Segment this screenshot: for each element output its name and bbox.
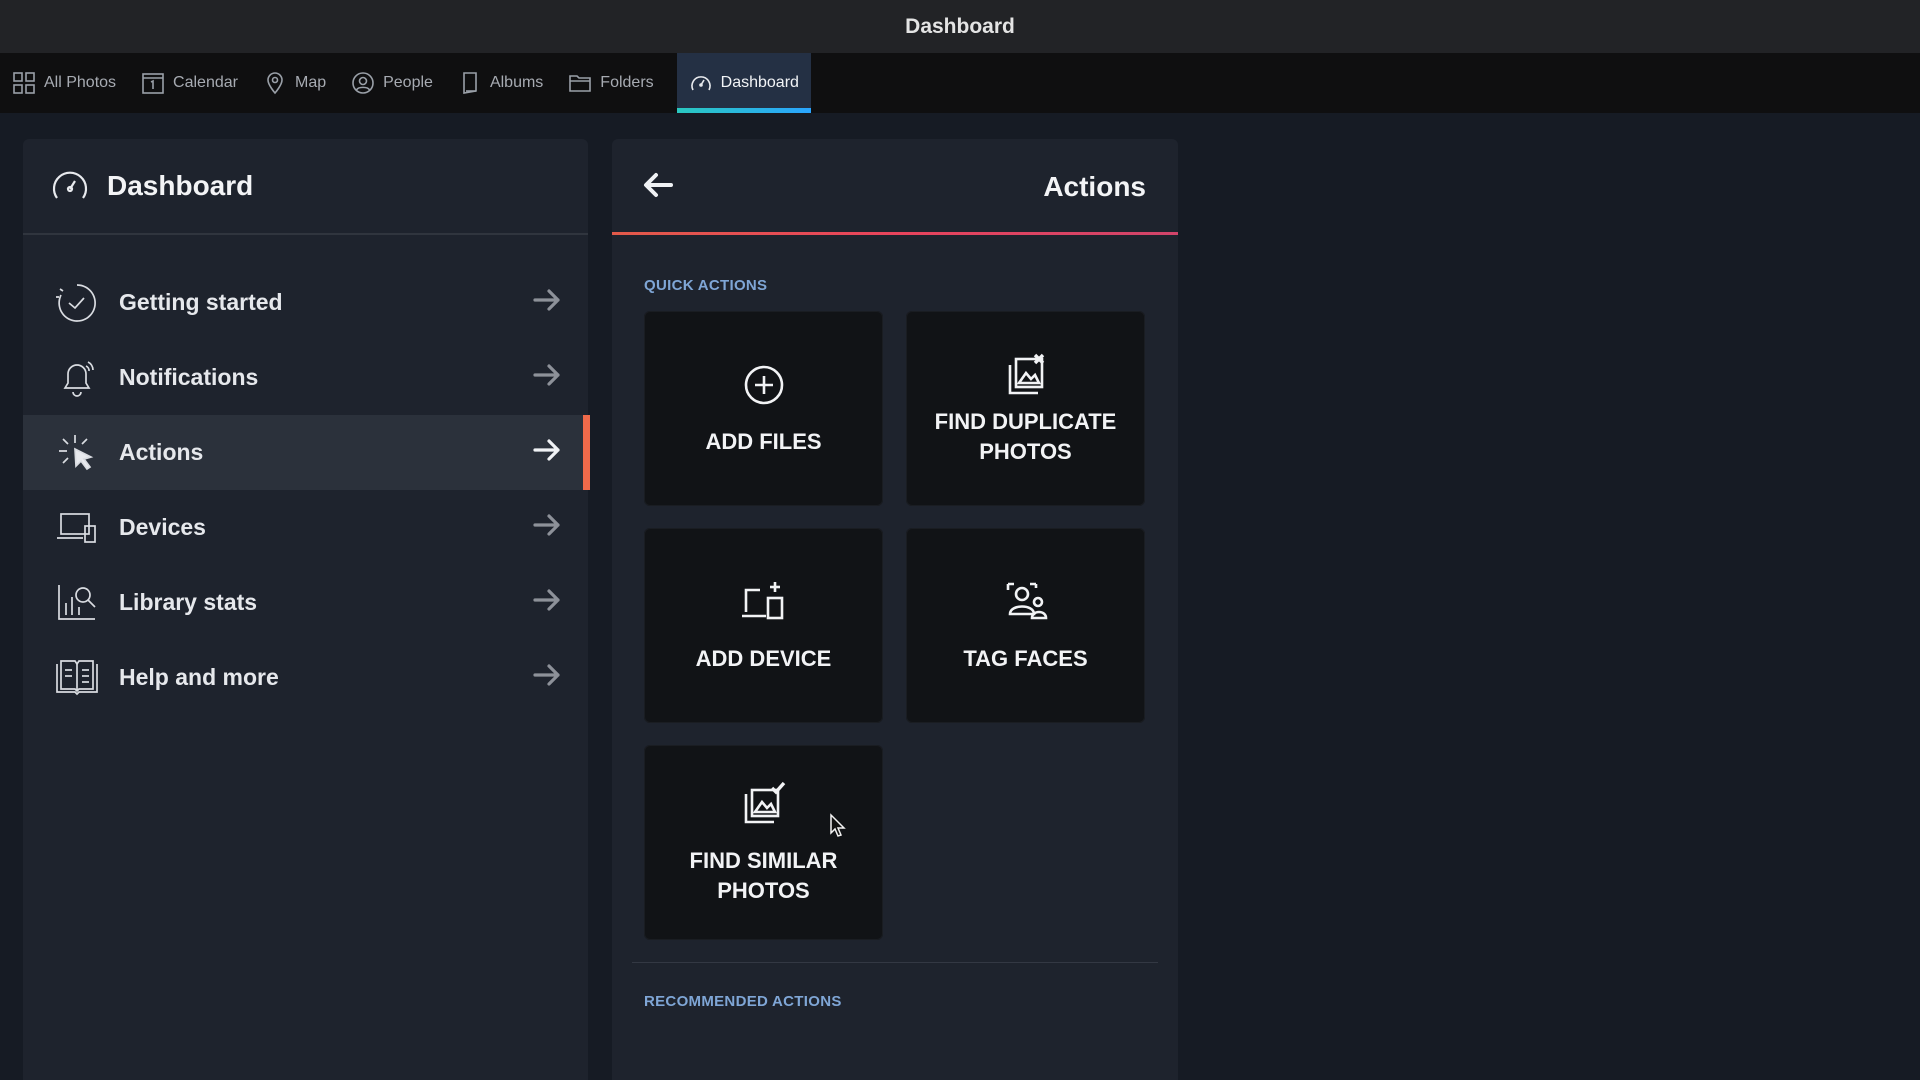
tab-map[interactable]: Map bbox=[263, 53, 339, 113]
tab-label: Map bbox=[294, 74, 327, 91]
arrow-right-icon bbox=[532, 438, 562, 467]
click-icon bbox=[55, 431, 99, 475]
arrow-left-icon bbox=[644, 172, 673, 197]
page-title: Actions bbox=[1043, 171, 1146, 202]
section-divider bbox=[632, 962, 1158, 963]
tab-label: Folders bbox=[600, 74, 654, 91]
tab-people[interactable]: People bbox=[351, 53, 446, 113]
grid-icon bbox=[13, 72, 35, 94]
devices-icon bbox=[55, 506, 99, 550]
top-nav-tabs: All Photos Calendar Map People Albums Fo… bbox=[0, 53, 1920, 113]
add-files-button[interactable]: ADD FILES bbox=[644, 311, 883, 506]
actions-panel: Actions QUICK ACTIONS ADD FILES FIND DUP… bbox=[612, 139, 1178, 1080]
sidebar-item-label: Devices bbox=[119, 514, 206, 540]
gauge-icon bbox=[690, 76, 711, 91]
mouse-cursor-icon bbox=[830, 813, 846, 837]
folder-icon bbox=[569, 75, 592, 92]
tag-faces-icon bbox=[1006, 582, 1047, 619]
sidebar-item-devices[interactable]: Devices bbox=[23, 490, 588, 565]
sidebar-item-label: Library stats bbox=[119, 589, 258, 615]
sidebar-nav: Getting started Notifications Actions De… bbox=[23, 265, 590, 715]
tag-faces-button[interactable]: TAG FACES bbox=[906, 528, 1145, 723]
title-bar: Dashboard bbox=[0, 0, 1920, 53]
card-label: FIND SIMILAR PHOTOS bbox=[689, 847, 838, 903]
actions-header: Actions bbox=[612, 139, 1178, 235]
calendar-icon bbox=[142, 73, 164, 94]
album-icon bbox=[463, 72, 477, 94]
card-label: ADD FILES bbox=[705, 428, 822, 454]
tab-dashboard[interactable]: Dashboard bbox=[676, 53, 812, 113]
sidebar-item-library-stats[interactable]: Library stats bbox=[23, 565, 588, 640]
add-device-icon bbox=[741, 581, 783, 619]
similar-photos-icon bbox=[744, 781, 785, 823]
arrow-right-icon bbox=[532, 588, 562, 617]
duplicate-photos-icon bbox=[1008, 353, 1044, 394]
window-title: Dashboard bbox=[905, 14, 1015, 38]
recommended-actions-label: RECOMMENDED ACTIONS bbox=[644, 993, 842, 1010]
bell-icon bbox=[55, 356, 99, 400]
person-icon bbox=[352, 72, 374, 94]
card-label: TAG FACES bbox=[963, 645, 1088, 671]
tab-label: People bbox=[383, 74, 433, 91]
sidebar-item-label: Help and more bbox=[119, 664, 279, 690]
sidebar-item-help[interactable]: Help and more bbox=[23, 640, 588, 715]
card-label: ADD DEVICE bbox=[695, 645, 832, 671]
add-device-button[interactable]: ADD DEVICE bbox=[644, 528, 883, 723]
find-similar-photos-button[interactable]: FIND SIMILAR PHOTOS bbox=[644, 745, 883, 940]
book-icon bbox=[55, 656, 99, 700]
tab-label: Dashboard bbox=[720, 74, 799, 91]
tab-calendar[interactable]: Calendar bbox=[141, 53, 251, 113]
sidebar-title: Dashboard bbox=[107, 170, 254, 201]
back-button[interactable] bbox=[642, 171, 674, 204]
tab-all-photos[interactable]: All Photos bbox=[12, 53, 129, 113]
sidebar-item-label: Getting started bbox=[119, 289, 283, 315]
tab-label: All Photos bbox=[44, 74, 117, 91]
quick-actions-grid: ADD FILES FIND DUPLICATE PHOTOS ADD DEVI… bbox=[612, 311, 1178, 940]
sidebar-item-label: Notifications bbox=[119, 364, 259, 390]
tab-albums[interactable]: Albums bbox=[458, 53, 556, 113]
arrow-right-icon bbox=[532, 363, 562, 392]
plus-circle-icon bbox=[744, 365, 783, 404]
arrow-right-icon bbox=[532, 513, 562, 542]
arrow-right-icon bbox=[532, 288, 562, 317]
find-duplicate-photos-button[interactable]: FIND DUPLICATE PHOTOS bbox=[906, 311, 1145, 506]
check-circle-icon bbox=[55, 281, 99, 325]
sidebar-item-label: Actions bbox=[119, 439, 204, 465]
tab-label: Calendar bbox=[173, 74, 238, 91]
dashboard-sidebar: Dashboard Getting started Notifications … bbox=[23, 139, 590, 1080]
map-pin-icon bbox=[267, 72, 283, 95]
sidebar-header: Dashboard bbox=[23, 139, 588, 235]
gauge-icon bbox=[52, 171, 88, 199]
quick-actions-label: QUICK ACTIONS bbox=[644, 277, 768, 294]
tab-folders[interactable]: Folders bbox=[568, 53, 666, 113]
arrow-right-icon bbox=[532, 663, 562, 692]
card-label: FIND DUPLICATE PHOTOS bbox=[934, 408, 1117, 464]
stats-icon bbox=[55, 581, 99, 625]
sidebar-item-actions[interactable]: Actions bbox=[23, 415, 590, 490]
sidebar-item-notifications[interactable]: Notifications bbox=[23, 340, 588, 415]
sidebar-item-getting-started[interactable]: Getting started bbox=[23, 265, 588, 340]
tab-label: Albums bbox=[489, 74, 544, 91]
